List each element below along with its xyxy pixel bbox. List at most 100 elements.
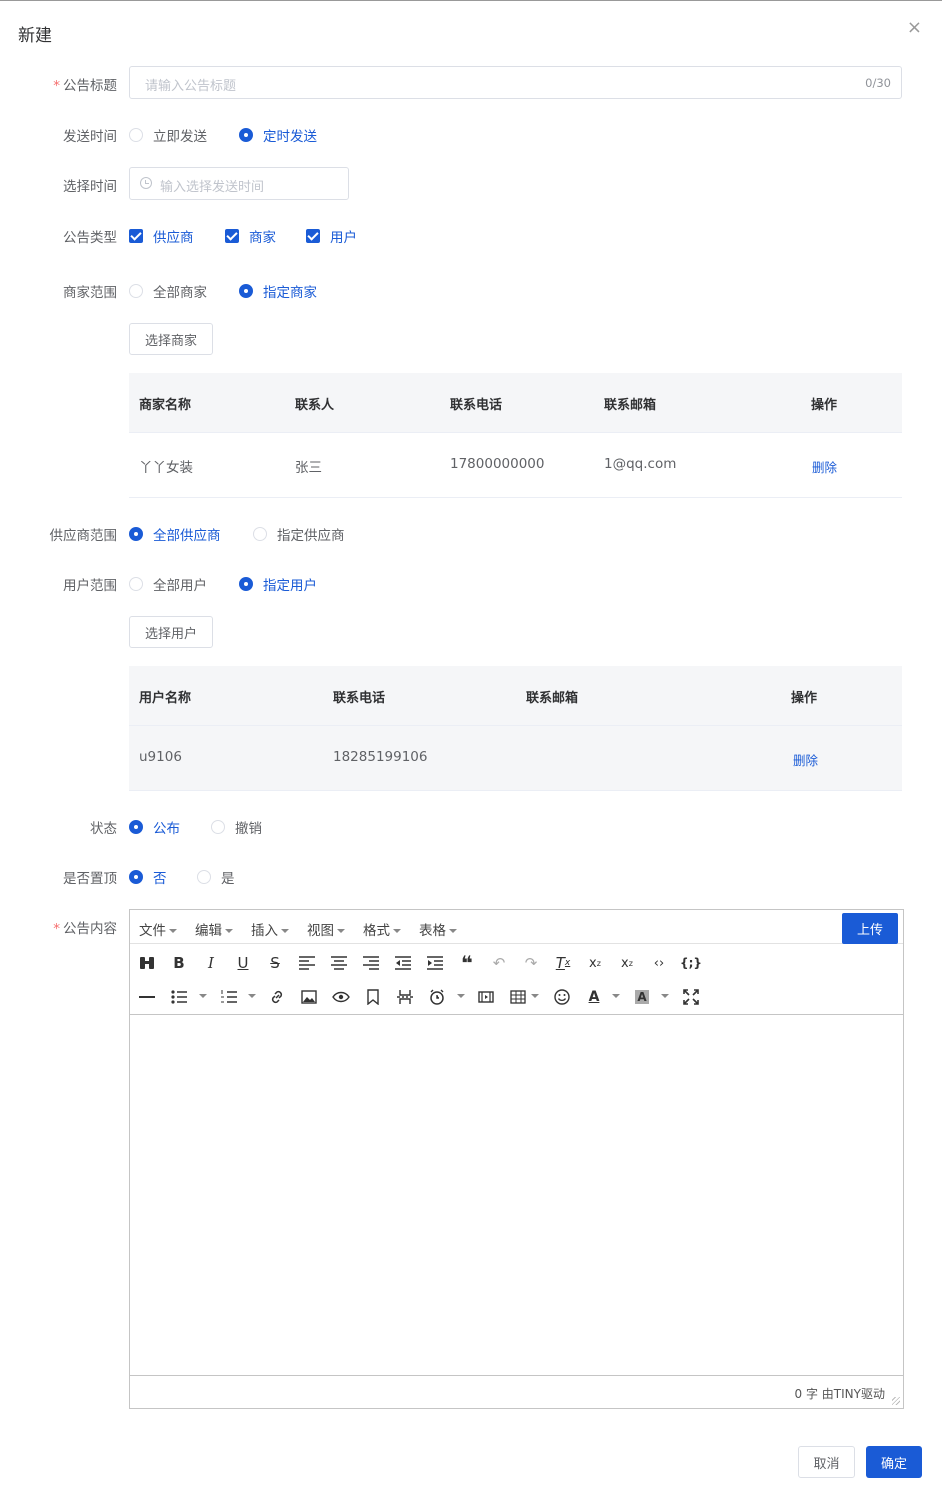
title-placeholder: 请输入公告标题 <box>145 79 237 94</box>
cell-email: 1@qq.com <box>604 456 677 472</box>
numbered-list-icon[interactable] <box>218 986 240 1008</box>
cell-contact: 张三 <box>295 460 322 476</box>
redo-icon[interactable]: ↷ <box>520 952 542 974</box>
editor-menubar: 文件 编辑 插入 视图 格式 表格 上传 <box>130 910 903 944</box>
media-icon[interactable] <box>475 986 497 1008</box>
horizontal-rule-icon[interactable] <box>136 986 158 1008</box>
radio-label: 全部供应商 <box>153 528 221 544</box>
code-icon[interactable]: ‹› <box>648 952 670 974</box>
merchant-table-header: 商家名称 联系人 联系电话 联系邮箱 操作 <box>129 373 902 433</box>
delete-user-link[interactable]: 删除 <box>793 750 818 769</box>
subscript-icon[interactable]: xz <box>584 952 606 974</box>
word-count: 0 字 由TINY驱动 <box>794 1387 885 1401</box>
caret-down-icon[interactable] <box>199 994 207 998</box>
blockquote-icon[interactable]: ❝ <box>456 951 478 975</box>
radio-specific-merchants[interactable]: 指定商家 <box>239 281 317 301</box>
status-label: 状态 <box>90 821 117 837</box>
caret-down-icon[interactable] <box>531 994 539 998</box>
radio-send-now[interactable]: 立即发送 <box>129 125 207 145</box>
radio-status-publish[interactable]: 公布 <box>129 817 180 837</box>
title-input[interactable]: 请输入公告标题 0/30 <box>129 66 902 99</box>
radio-specific-users[interactable]: 指定用户 <box>239 574 317 594</box>
table-row: u9106 18285199106 删除 <box>129 726 902 791</box>
menu-insert[interactable]: 插入 <box>251 919 289 939</box>
checkbox-box <box>225 229 239 243</box>
undo-icon[interactable]: ↶ <box>488 952 510 974</box>
caret-down-icon[interactable] <box>612 994 620 998</box>
caret-down-icon[interactable] <box>248 994 256 998</box>
time-picker-input[interactable]: 输入选择发送时间 <box>129 167 349 200</box>
underline-icon[interactable]: U <box>232 952 254 974</box>
align-right-icon[interactable] <box>360 952 382 974</box>
radio-dot <box>129 527 143 541</box>
text-color-icon[interactable]: A <box>583 986 605 1008</box>
checkbox-label: 商家 <box>249 230 276 246</box>
page-break-icon[interactable] <box>394 986 416 1008</box>
binoculars-icon[interactable] <box>136 952 158 974</box>
radio-label: 指定用户 <box>263 578 317 594</box>
menu-file[interactable]: 文件 <box>139 919 177 939</box>
delete-merchant-link[interactable]: 删除 <box>812 457 837 476</box>
menu-table[interactable]: 表格 <box>419 919 457 939</box>
caret-down-icon <box>449 929 457 933</box>
select-user-button[interactable]: 选择用户 <box>129 616 213 648</box>
checkbox-label: 用户 <box>330 230 357 246</box>
menu-edit[interactable]: 编辑 <box>195 919 233 939</box>
radio-pin-yes[interactable]: 是 <box>197 867 235 887</box>
image-icon[interactable] <box>298 986 320 1008</box>
col-phone: 联系电话 <box>333 691 386 706</box>
resize-handle-icon[interactable] <box>892 1397 900 1405</box>
outdent-icon[interactable] <box>392 952 414 974</box>
radio-label: 全部用户 <box>153 578 207 594</box>
table-icon[interactable] <box>507 986 529 1008</box>
col-action: 操作 <box>791 691 818 706</box>
radio-label: 指定商家 <box>263 285 317 301</box>
italic-icon[interactable]: I <box>200 952 222 974</box>
preview-icon[interactable] <box>330 986 352 1008</box>
fullscreen-icon[interactable] <box>680 986 702 1008</box>
close-icon[interactable]: × <box>907 19 922 37</box>
upload-button[interactable]: 上传 <box>842 913 898 944</box>
editor-content-area[interactable] <box>130 1014 903 1375</box>
pin-top-label: 是否置顶 <box>63 871 117 887</box>
radio-label: 定时发送 <box>263 129 317 145</box>
radio-pin-no[interactable]: 否 <box>129 867 167 887</box>
radio-status-revoke[interactable]: 撤销 <box>211 817 262 837</box>
editor-statusbar: 0 字 由TINY驱动 <box>130 1375 903 1408</box>
select-merchant-button[interactable]: 选择商家 <box>129 323 213 355</box>
emoji-icon[interactable] <box>551 986 573 1008</box>
radio-label: 全部商家 <box>153 285 207 301</box>
user-scope-label: 用户范围 <box>63 578 117 594</box>
align-left-icon[interactable] <box>296 952 318 974</box>
menu-format[interactable]: 格式 <box>363 919 401 939</box>
superscript-icon[interactable]: xz <box>616 952 638 974</box>
radio-all-suppliers[interactable]: 全部供应商 <box>129 524 221 544</box>
menu-view[interactable]: 视图 <box>307 919 345 939</box>
col-action: 操作 <box>811 398 838 413</box>
radio-all-merchants[interactable]: 全部商家 <box>129 281 207 301</box>
caret-down-icon[interactable] <box>457 994 465 998</box>
caret-down-icon[interactable] <box>661 994 669 998</box>
background-color-icon[interactable]: A <box>631 986 653 1008</box>
radio-all-users[interactable]: 全部用户 <box>129 574 207 594</box>
align-center-icon[interactable] <box>328 952 350 974</box>
clock-icon[interactable] <box>426 986 448 1008</box>
clear-format-icon[interactable]: Tx <box>552 952 574 974</box>
checkbox-merchant[interactable]: 商家 <box>225 226 276 246</box>
bullet-list-icon[interactable] <box>168 986 190 1008</box>
confirm-button[interactable]: 确定 <box>866 1446 922 1478</box>
checkbox-user[interactable]: 用户 <box>306 226 357 246</box>
caret-down-icon <box>281 929 289 933</box>
checkbox-supplier[interactable]: 供应商 <box>129 226 194 246</box>
indent-icon[interactable] <box>424 952 446 974</box>
link-icon[interactable] <box>266 986 288 1008</box>
bookmark-icon[interactable] <box>362 986 384 1008</box>
radio-dot <box>239 128 253 142</box>
required-mark: * <box>53 921 60 937</box>
code-block-icon[interactable]: {;} <box>680 952 702 974</box>
strikethrough-icon[interactable]: S <box>264 952 286 974</box>
cancel-button[interactable]: 取消 <box>798 1446 855 1478</box>
bold-icon[interactable]: B <box>168 952 190 974</box>
radio-specific-suppliers[interactable]: 指定供应商 <box>253 524 345 544</box>
radio-send-scheduled[interactable]: 定时发送 <box>239 125 317 145</box>
